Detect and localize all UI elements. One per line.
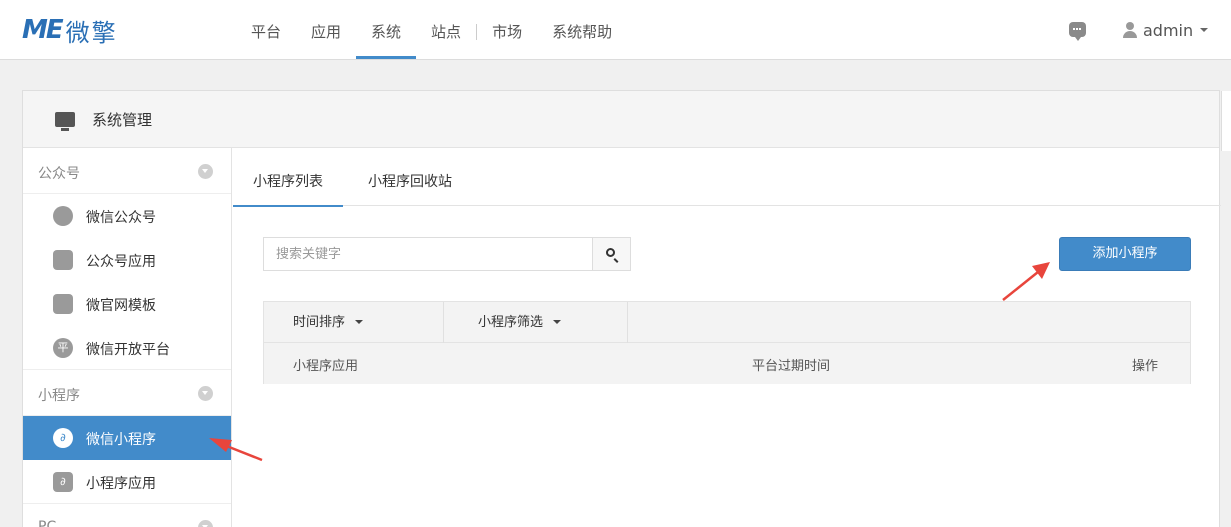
annotation-arrow-add-button bbox=[1002, 262, 1050, 301]
annotation-arrow-sidebar bbox=[209, 438, 263, 462]
annotation-arrows bbox=[209, 262, 1050, 462]
